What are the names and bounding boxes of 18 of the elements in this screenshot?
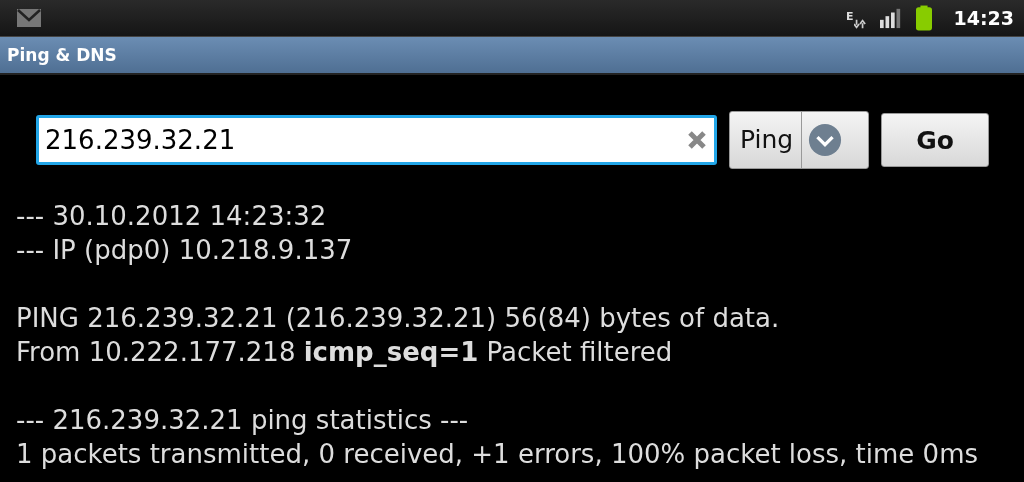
clear-icon[interactable] [687,130,707,150]
data-arrows-icon [853,19,866,29]
output-line: --- 216.239.32.21 ping statistics --- [16,404,469,437]
output-line: From 10.222.177.218 icmp_seq=1 Packet filtered [16,336,673,369]
address-field[interactable]: 216.239.32.21 [36,115,717,165]
clock: 14:23 [953,7,1014,29]
output-line: --- 30.10.2012 14:23:32 [16,200,327,233]
output-line: 1 packets transmitted, 0 received, +1 errors, 100% packet loss, time 0ms [16,438,979,471]
window-title: Ping & DNS [7,45,117,65]
signal-icon [879,7,902,29]
output-line: --- IP (pdp0) 10.218.9.137 [16,234,353,267]
mail-icon [16,8,42,28]
network-type: E [846,10,854,23]
output-line: PING 216.239.32.21 (216.239.32.21) 56(84) bytes of data. [16,302,780,335]
dropdown-icon [808,123,843,157]
battery-icon [915,5,932,31]
go-button[interactable]: Go [881,113,989,167]
mode-dropdown[interactable]: Ping [729,111,869,169]
